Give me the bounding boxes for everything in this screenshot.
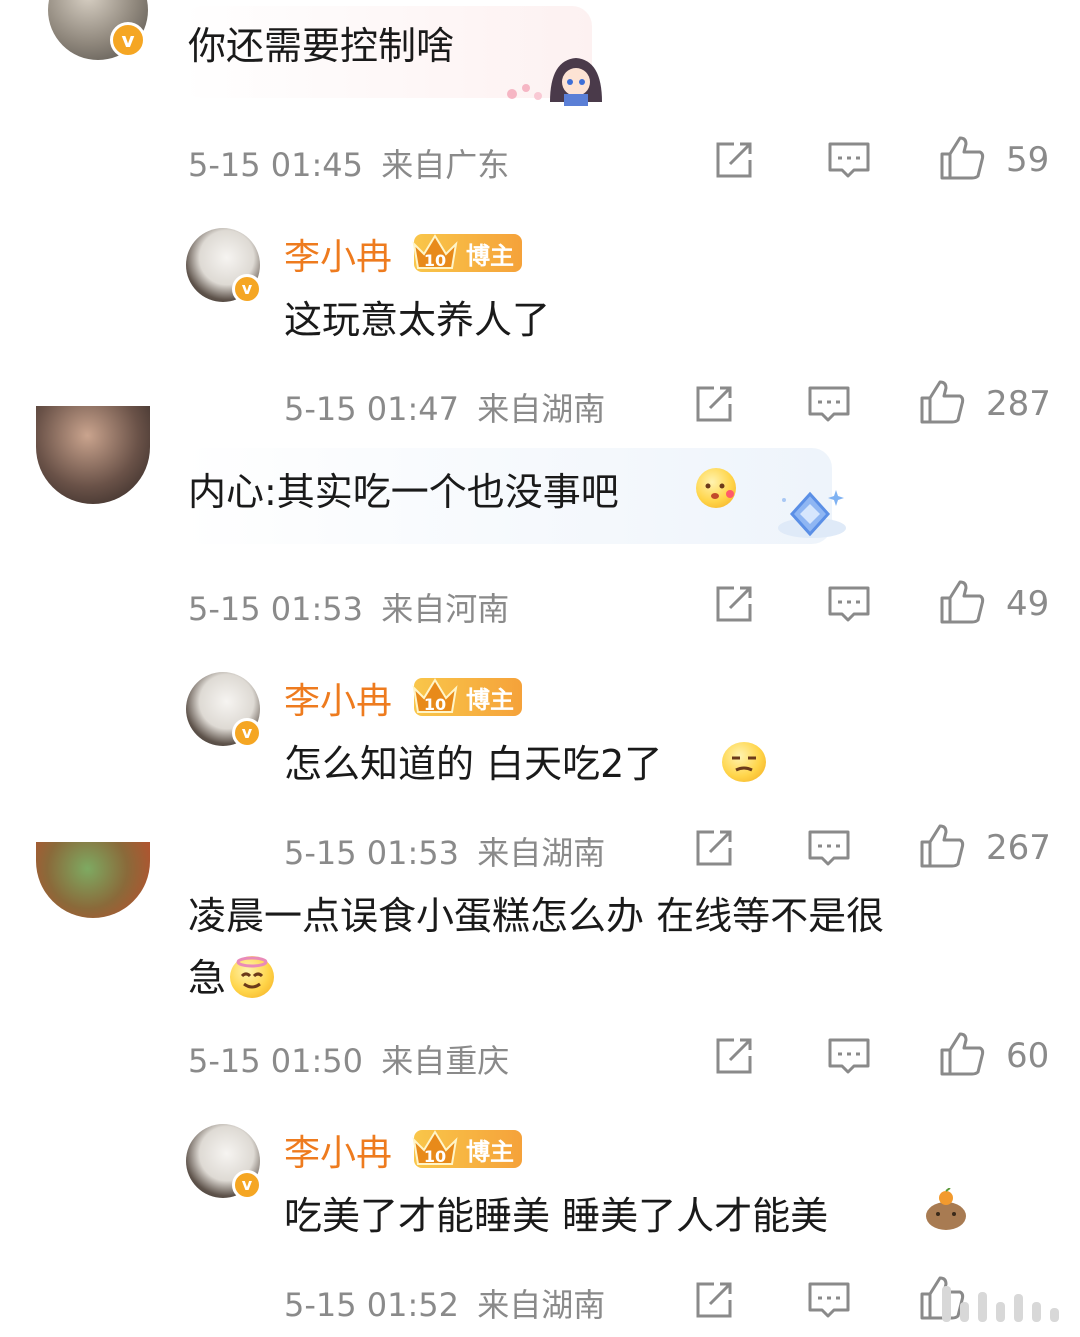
verified-v-icon: v: [232, 1170, 262, 1200]
blushing-emoji-icon: [696, 468, 736, 508]
like-count: 49: [1006, 584, 1050, 624]
verified-v-icon: v: [110, 22, 146, 58]
reply-meta: 5-15 01:53 来自湖南: [284, 828, 605, 874]
comment-text: 你还需要控制啥: [188, 24, 455, 68]
share-icon[interactable]: [692, 382, 736, 426]
reply-text: 怎么知道的 白天吃2了: [284, 742, 663, 786]
share-icon[interactable]: [712, 1034, 756, 1078]
blogger-rank-badge: 10 博主: [412, 234, 522, 272]
reply-meta: 5-15 01:47 来自湖南: [284, 384, 605, 430]
like-count: 287: [986, 384, 1051, 424]
angel-emoji-icon: [230, 956, 274, 998]
share-icon[interactable]: [692, 1278, 736, 1322]
comment-time: 5-15 01:50: [188, 1042, 364, 1080]
like-icon[interactable]: [918, 822, 966, 870]
like-icon[interactable]: [938, 1030, 986, 1078]
blogger-name[interactable]: 李小冉: [284, 1124, 392, 1176]
reply-text: 这玩意太养人了: [284, 298, 551, 342]
comment-location: 来自重庆: [381, 1042, 510, 1080]
like-icon[interactable]: [938, 578, 986, 626]
capybara-emoji-icon: [926, 1188, 966, 1230]
blogger-badge-label: 博主: [466, 1138, 514, 1166]
comment-text: 内心:其实吃一个也没事吧: [188, 470, 619, 514]
comment-meta: 5-15 01:50 来自重庆: [188, 1036, 509, 1082]
comment-icon[interactable]: [806, 382, 852, 426]
user-avatar[interactable]: [36, 842, 150, 918]
reply-meta: 5-15 01:52 来自湖南: [284, 1280, 605, 1326]
reply-location: 来自湖南: [477, 834, 606, 872]
blogger-badge-label: 博主: [466, 242, 514, 270]
reply-location: 来自湖南: [477, 1286, 606, 1324]
comment-icon[interactable]: [806, 1278, 852, 1322]
like-icon[interactable]: [938, 134, 986, 182]
comment-icon[interactable]: [826, 1034, 872, 1078]
svg-text:10: 10: [424, 695, 446, 714]
verified-v-icon: v: [232, 718, 262, 748]
blogger-name[interactable]: 李小冉: [284, 672, 392, 724]
comment-icon[interactable]: [826, 138, 872, 182]
blogger-rank-badge: 10 博主: [412, 1130, 522, 1168]
like-count: 60: [1006, 1036, 1050, 1076]
crown-level-icon: 10: [412, 1130, 458, 1166]
share-icon[interactable]: [712, 582, 756, 626]
user-avatar[interactable]: [36, 406, 150, 504]
crown-level-icon: 10: [412, 678, 458, 714]
like-icon[interactable]: [918, 378, 966, 426]
comment-time: 5-15 01:53: [188, 590, 364, 628]
reply-time: 5-15 01:53: [284, 834, 460, 872]
comment-icon[interactable]: [806, 826, 852, 870]
smirk-emoji-icon: [722, 742, 766, 782]
comment-location: 来自河南: [381, 590, 510, 628]
blogger-rank-badge: 10 博主: [412, 678, 522, 716]
diamond-decoration: [778, 490, 846, 538]
blogger-name[interactable]: 李小冉: [284, 228, 392, 280]
svg-text:10: 10: [424, 251, 446, 270]
blogger-badge-label: 博主: [466, 686, 514, 714]
watermark-bars: [942, 1286, 1059, 1322]
reply-location: 来自湖南: [477, 390, 606, 428]
verified-v-icon: v: [232, 274, 262, 304]
comment-meta: 5-15 01:45 来自广东: [188, 140, 509, 186]
comment-icon[interactable]: [826, 582, 872, 626]
anime-girl-sticker: [507, 58, 602, 106]
like-count: 59: [1006, 140, 1050, 180]
comment-meta: 5-15 01:53 来自河南: [188, 584, 509, 630]
crown-level-icon: 10: [412, 234, 458, 270]
reply-time: 5-15 01:52: [284, 1286, 460, 1324]
comment-text-line1: 凌晨一点误食小蛋糕怎么办 在线等不是很: [188, 894, 885, 938]
share-icon[interactable]: [692, 826, 736, 870]
like-count: 267: [986, 828, 1051, 868]
comment-time: 5-15 01:45: [188, 146, 364, 184]
comment-text-line2: 急: [188, 956, 227, 1000]
reply-time: 5-15 01:47: [284, 390, 460, 428]
share-icon[interactable]: [712, 138, 756, 182]
reply-text: 吃美了才能睡美 睡美了人才能美: [284, 1194, 829, 1238]
comment-location: 来自广东: [381, 146, 510, 184]
svg-text:10: 10: [424, 1147, 446, 1166]
